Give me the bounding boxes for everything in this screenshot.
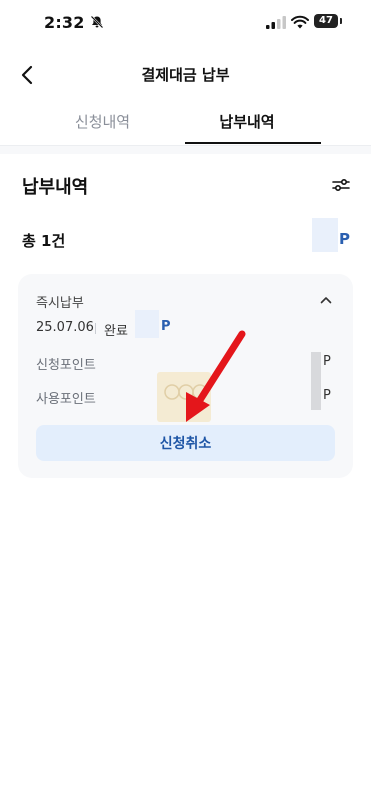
tab-bar: 신청내역 납부내역 bbox=[0, 102, 371, 144]
redacted-points-values bbox=[311, 352, 321, 410]
filter-settings-icon[interactable] bbox=[332, 176, 350, 194]
date-status-separator bbox=[95, 323, 96, 334]
wifi-icon bbox=[291, 15, 309, 29]
bell-slash-icon bbox=[90, 15, 104, 29]
total-count: 총 1건 bbox=[22, 232, 66, 250]
status-bar: 2:32 47 bbox=[0, 0, 371, 44]
payment-type: 즉시납부 bbox=[36, 296, 84, 311]
total-amount-unit: P bbox=[339, 230, 350, 248]
requested-points-unit: P bbox=[323, 354, 331, 369]
payment-status: 완료 bbox=[104, 324, 128, 339]
redacted-payment-amount bbox=[135, 310, 159, 338]
chevron-up-icon[interactable] bbox=[320, 295, 332, 305]
watermark-logo bbox=[157, 372, 211, 422]
battery-cap bbox=[340, 18, 342, 24]
payment-amount-unit: P bbox=[161, 319, 171, 334]
tab-payment-history[interactable]: 납부내역 bbox=[172, 102, 322, 142]
used-points-label: 사용포인트 bbox=[36, 392, 96, 407]
active-tab-indicator bbox=[185, 142, 321, 144]
section-title: 납부내역 bbox=[22, 177, 89, 198]
used-points-unit: P bbox=[323, 388, 331, 403]
cellular-signal-icon bbox=[266, 16, 286, 29]
page-title: 결제대금 납부 bbox=[141, 66, 230, 84]
watermark-glyph bbox=[164, 384, 208, 400]
header: 결제대금 납부 bbox=[0, 52, 371, 96]
cancel-application-button[interactable]: 신청취소 bbox=[36, 425, 335, 461]
payment-date: 25.07.06 bbox=[36, 320, 94, 335]
status-time: 2:32 bbox=[44, 13, 85, 32]
redacted-total-amount bbox=[312, 218, 338, 252]
section-separator bbox=[0, 146, 371, 154]
requested-points-label: 신청포인트 bbox=[36, 358, 96, 373]
battery-indicator: 47 bbox=[314, 14, 338, 28]
tab-application-history[interactable]: 신청내역 bbox=[10, 102, 195, 142]
